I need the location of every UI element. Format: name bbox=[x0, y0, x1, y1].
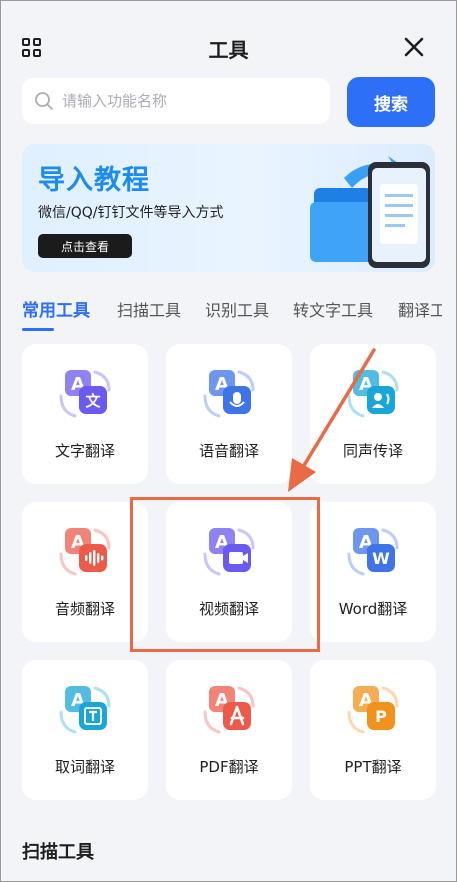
voice-translate-icon: A bbox=[203, 370, 255, 418]
active-tab-indicator bbox=[22, 328, 54, 331]
tool-card-word-capture-translate[interactable]: A 取词翻译 bbox=[22, 660, 148, 800]
svg-text:文: 文 bbox=[85, 392, 101, 410]
tool-label: 取词翻译 bbox=[54, 758, 115, 776]
tool-card-ppt-translate[interactable]: AP PPT翻译 bbox=[310, 660, 436, 800]
tool-label: PPT翻译 bbox=[344, 758, 402, 776]
top-bar: 工具 bbox=[0, 0, 457, 70]
banner-subtitle: 微信/QQ/钉钉文件等导入方式 bbox=[38, 205, 224, 221]
svg-text:W: W bbox=[372, 549, 390, 568]
search-box bbox=[22, 78, 330, 124]
search-button[interactable]: 搜索 bbox=[347, 77, 435, 127]
tool-card-voice-translate[interactable]: A 语音翻译 bbox=[166, 344, 292, 484]
close-icon[interactable] bbox=[402, 35, 426, 59]
tutorial-banner[interactable]: 导入教程 微信/QQ/钉钉文件等导入方式 点击查看 bbox=[22, 144, 435, 272]
search-input[interactable] bbox=[62, 78, 322, 124]
tool-tabs: 常用工具 扫描工具 识别工具 转文字工具 翻译工 bbox=[22, 296, 442, 326]
audio-translate-icon: A bbox=[59, 528, 111, 576]
simultaneous-interpretation-icon: A bbox=[347, 370, 399, 418]
banner-title: 导入教程 bbox=[38, 165, 150, 196]
highlight-box bbox=[130, 497, 320, 652]
pdf-translate-icon: A bbox=[203, 686, 255, 734]
search-icon bbox=[35, 92, 53, 110]
import-illustration bbox=[310, 156, 430, 268]
tab-common-tools[interactable]: 常用工具 bbox=[22, 296, 90, 321]
tab-translate-tools[interactable]: 翻译工 bbox=[398, 297, 442, 321]
tool-card-word-translate[interactable]: AW Word翻译 bbox=[310, 502, 436, 642]
word-translate-icon: AW bbox=[347, 528, 399, 576]
view-button[interactable]: 点击查看 bbox=[38, 234, 132, 258]
svg-text:P: P bbox=[375, 707, 387, 726]
tab-recognize-tools[interactable]: 识别工具 bbox=[205, 297, 269, 321]
tool-label: Word翻译 bbox=[338, 600, 408, 618]
tool-card-simultaneous-interpretation[interactable]: A 同声传译 bbox=[310, 344, 436, 484]
ppt-translate-icon: AP bbox=[347, 686, 399, 734]
tab-to-text-tools[interactable]: 转文字工具 bbox=[293, 297, 373, 321]
tool-card-text-translate[interactable]: A文 文字翻译 bbox=[22, 344, 148, 484]
tool-label: 文字翻译 bbox=[54, 442, 115, 460]
page-title: 工具 bbox=[208, 38, 249, 62]
word-capture-translate-icon: A bbox=[59, 686, 111, 734]
tool-label: PDF翻译 bbox=[199, 758, 259, 776]
tool-label: 同声传译 bbox=[342, 442, 403, 460]
tab-scan-tools[interactable]: 扫描工具 bbox=[117, 297, 181, 321]
text-translate-icon: A文 bbox=[59, 370, 111, 418]
section-title: 扫描工具 bbox=[22, 842, 94, 863]
tool-label: 语音翻译 bbox=[198, 442, 259, 460]
carousel-dots bbox=[221, 262, 237, 272]
tool-card-pdf-translate[interactable]: A PDF翻译 bbox=[166, 660, 292, 800]
